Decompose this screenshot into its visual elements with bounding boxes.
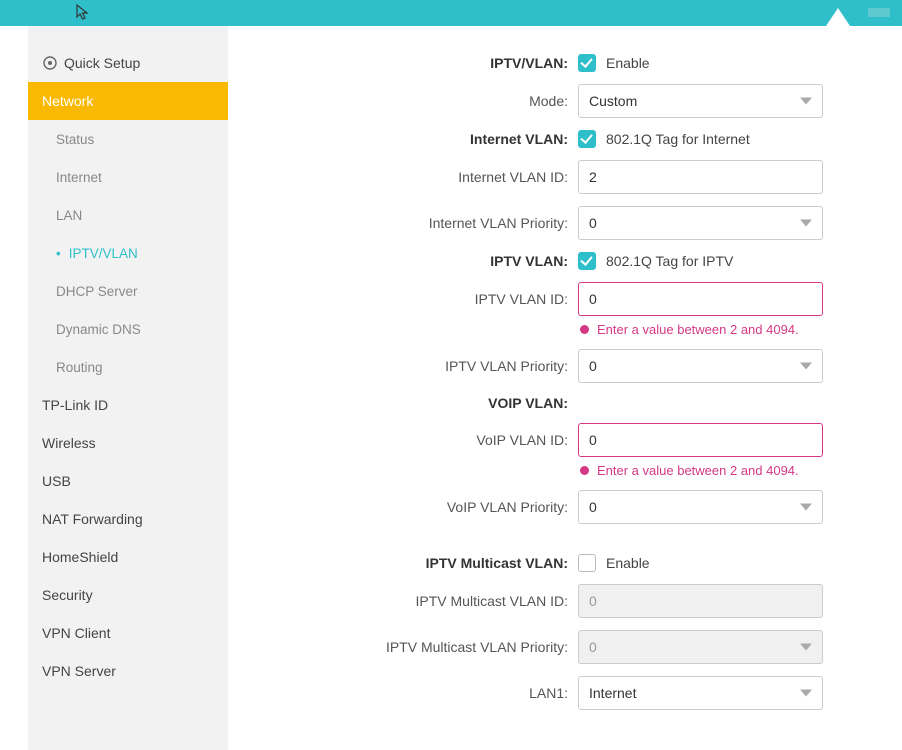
sidebar-item-tplink-id[interactable]: TP-Link ID <box>28 386 228 424</box>
sidebar-item-label: VPN Server <box>42 663 116 679</box>
sidebar-sub-iptv-vlan[interactable]: IPTV/VLAN <box>28 234 228 272</box>
error-iptv-vlan-id: Enter a value between 2 and 4094. <box>578 322 799 337</box>
select-iptv-multicast-priority: 0 <box>578 630 823 664</box>
sidebar-item-label: HomeShield <box>42 549 118 565</box>
select-iptv-vlan-priority[interactable]: 0 <box>578 349 823 383</box>
label-internet-vlan: Internet VLAN: <box>238 131 578 147</box>
text-enable: Enable <box>606 555 650 571</box>
chevron-down-icon <box>800 690 812 697</box>
error-text: Enter a value between 2 and 4094. <box>597 463 799 478</box>
label-iptv-vlan-section: IPTV VLAN: <box>238 253 578 269</box>
label-mode: Mode: <box>238 93 578 109</box>
sidebar-sub-internet[interactable]: Internet <box>28 158 228 196</box>
sidebar-item-label: LAN <box>56 208 82 223</box>
sidebar-item-quick-setup[interactable]: Quick Setup <box>28 44 228 82</box>
dropdown-arrow-icon <box>826 8 850 26</box>
sidebar-item-nat[interactable]: NAT Forwarding <box>28 500 228 538</box>
checkbox-iptv-multicast-enable[interactable] <box>578 554 596 572</box>
chevron-down-icon <box>800 644 812 651</box>
text-iptv-tag: 802.1Q Tag for IPTV <box>606 253 733 269</box>
sidebar-sub-ddns[interactable]: Dynamic DNS <box>28 310 228 348</box>
sidebar-item-label: Routing <box>56 360 103 375</box>
select-value: Custom <box>589 93 637 109</box>
sidebar-item-network[interactable]: Network <box>28 82 228 120</box>
sidebar-item-usb[interactable]: USB <box>28 462 228 500</box>
label-internet-vlan-priority: Internet VLAN Priority: <box>238 215 578 231</box>
sidebar-item-label: Internet <box>56 170 102 185</box>
select-value: 0 <box>589 358 597 374</box>
label-internet-vlan-id: Internet VLAN ID: <box>238 169 578 185</box>
input-value: 2 <box>589 169 597 185</box>
sidebar-item-vpn-server[interactable]: VPN Server <box>28 652 228 690</box>
input-internet-vlan-id[interactable]: 2 <box>578 160 823 194</box>
sidebar-item-label: TP-Link ID <box>42 397 108 413</box>
input-value: 0 <box>589 593 597 609</box>
checkbox-iptv-vlan-enable[interactable] <box>578 54 596 72</box>
sidebar-item-label: Quick Setup <box>64 55 140 71</box>
select-value: 0 <box>589 499 597 515</box>
error-text: Enter a value between 2 and 4094. <box>597 322 799 337</box>
sidebar-item-homeshield[interactable]: HomeShield <box>28 538 228 576</box>
checkbox-internet-tag[interactable] <box>578 130 596 148</box>
label-iptv-multicast-id: IPTV Multicast VLAN ID: <box>238 593 578 609</box>
label-voip-vlan-priority: VoIP VLAN Priority: <box>238 499 578 515</box>
input-iptv-vlan-id[interactable]: 0 <box>578 282 823 316</box>
input-iptv-multicast-id: 0 <box>578 584 823 618</box>
label-iptv-vlan-id: IPTV VLAN ID: <box>238 291 578 307</box>
sidebar-item-label: USB <box>42 473 71 489</box>
sidebar-item-label: VPN Client <box>42 625 110 641</box>
select-lan1[interactable]: Internet <box>578 676 823 710</box>
sidebar-sub-dhcp[interactable]: DHCP Server <box>28 272 228 310</box>
sidebar-item-wireless[interactable]: Wireless <box>28 424 228 462</box>
label-iptv-multicast-priority: IPTV Multicast VLAN Priority: <box>238 639 578 655</box>
sidebar-item-security[interactable]: Security <box>28 576 228 614</box>
sidebar-sub-routing[interactable]: Routing <box>28 348 228 386</box>
label-lan1: LAN1: <box>238 685 578 701</box>
sidebar-item-label: DHCP Server <box>56 284 138 299</box>
target-icon <box>42 55 64 71</box>
error-dot-icon <box>580 466 589 475</box>
sidebar-item-vpn-client[interactable]: VPN Client <box>28 614 228 652</box>
chevron-down-icon <box>800 363 812 370</box>
input-value: 0 <box>589 291 597 307</box>
label-iptv-vlan: IPTV/VLAN: <box>238 55 578 71</box>
label-voip-vlan: VOIP VLAN: <box>238 395 578 411</box>
sidebar-item-label: Wireless <box>42 435 96 451</box>
topbar <box>0 0 902 26</box>
text-enable: Enable <box>606 55 650 71</box>
checkbox-iptv-tag[interactable] <box>578 252 596 270</box>
select-internet-vlan-priority[interactable]: 0 <box>578 206 823 240</box>
chevron-down-icon <box>800 98 812 105</box>
label-voip-vlan-id: VoIP VLAN ID: <box>238 432 578 448</box>
sidebar-item-label: Dynamic DNS <box>56 322 141 337</box>
sidebar-item-label: Security <box>42 587 93 603</box>
input-value: 0 <box>589 432 597 448</box>
select-voip-vlan-priority[interactable]: 0 <box>578 490 823 524</box>
chevron-down-icon <box>800 220 812 227</box>
sidebar-item-label: NAT Forwarding <box>42 511 143 527</box>
error-dot-icon <box>580 325 589 334</box>
select-value: Internet <box>589 685 636 701</box>
select-value: 0 <box>589 639 597 655</box>
input-voip-vlan-id[interactable]: 0 <box>578 423 823 457</box>
select-value: 0 <box>589 215 597 231</box>
sidebar-item-label: Status <box>56 132 94 147</box>
label-iptv-vlan-priority: IPTV VLAN Priority: <box>238 358 578 374</box>
window-button[interactable] <box>868 8 890 17</box>
sidebar-item-label: IPTV/VLAN <box>69 246 138 261</box>
select-mode[interactable]: Custom <box>578 84 823 118</box>
sidebar-sub-status[interactable]: Status <box>28 120 228 158</box>
sidebar-sub-lan[interactable]: LAN <box>28 196 228 234</box>
text-internet-tag: 802.1Q Tag for Internet <box>606 131 750 147</box>
chevron-down-icon <box>800 504 812 511</box>
sidebar-item-label: Network <box>42 93 93 109</box>
label-iptv-multicast: IPTV Multicast VLAN: <box>238 555 578 571</box>
error-voip-vlan-id: Enter a value between 2 and 4094. <box>578 463 799 478</box>
